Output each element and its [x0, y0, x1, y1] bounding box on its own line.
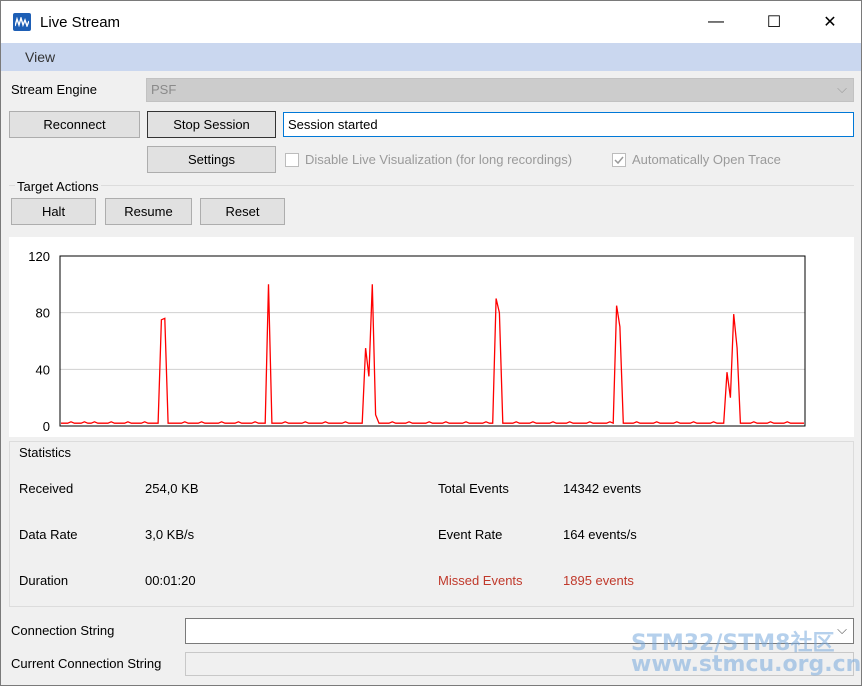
- reset-label: Reset: [225, 204, 260, 219]
- y-tick-label: 40: [36, 362, 50, 377]
- event-rate-chart-svg: 120 80 40 0: [28, 249, 806, 434]
- stream-engine-select[interactable]: PSF ⌵: [146, 78, 854, 102]
- menu-bar: View: [1, 43, 861, 71]
- event-rate-label: Event Rate: [438, 527, 503, 542]
- plot-frame: [59, 255, 806, 427]
- statistics-group: Statistics Received 254,0 KB Data Rate 3…: [9, 441, 854, 607]
- reconnect-button[interactable]: Reconnect: [9, 111, 140, 138]
- stop-session-button[interactable]: Stop Session: [147, 111, 276, 138]
- missed-events-label: Missed Events: [438, 573, 523, 588]
- target-actions-divider: [9, 185, 854, 186]
- auto-open-trace-label: Automatically Open Trace: [632, 152, 781, 167]
- waveform-app-icon: [13, 13, 31, 31]
- chevron-down-icon: ⌵: [837, 622, 847, 637]
- duration-label: Duration: [19, 573, 69, 588]
- reconnect-label: Reconnect: [43, 117, 106, 132]
- halt-button[interactable]: Halt: [11, 198, 96, 225]
- reset-button[interactable]: Reset: [200, 198, 285, 225]
- menu-view[interactable]: View: [25, 49, 55, 65]
- maximize-button[interactable]: ☐: [745, 1, 803, 43]
- chevron-down-icon: ⌵: [837, 81, 847, 96]
- event-rate-value: 164 events/s: [563, 527, 637, 542]
- data-rate-label: Data Rate: [19, 527, 78, 542]
- duration-value: 00:01:20: [145, 573, 196, 588]
- connection-string-label: Connection String: [11, 623, 115, 638]
- stream-engine-label: Stream Engine: [11, 82, 97, 97]
- y-tick-label: 0: [43, 419, 50, 434]
- y-tick-label: 120: [28, 249, 50, 264]
- checkmark-icon: [612, 152, 626, 167]
- disable-live-viz-label: Disable Live Visualization (for long rec…: [305, 152, 573, 167]
- session-status-field[interactable]: Session started: [283, 112, 854, 137]
- resume-label: Resume: [124, 204, 173, 219]
- title-bar: Live Stream — ☐ ✕: [1, 1, 861, 43]
- stream-engine-value: PSF: [151, 82, 177, 97]
- minimize-button[interactable]: —: [687, 1, 745, 43]
- resume-button[interactable]: Resume: [105, 198, 192, 225]
- received-value: 254,0 KB: [145, 481, 199, 496]
- watermark-line2: www.stmcu.org.cn: [631, 652, 862, 677]
- current-connection-string-label: Current Connection String: [11, 656, 162, 671]
- received-label: Received: [19, 481, 74, 496]
- missed-events-value: 1895 events: [563, 573, 634, 588]
- settings-label: Settings: [188, 152, 235, 167]
- settings-button[interactable]: Settings: [147, 146, 276, 173]
- disable-live-viz-checkbox[interactable]: Disable Live Visualization (for long rec…: [285, 152, 572, 167]
- event-rate-series-line: [61, 284, 804, 425]
- halt-label: Halt: [41, 204, 66, 219]
- total-events-value: 14342 events: [563, 481, 642, 496]
- live-stream-window: Live Stream — ☐ ✕ View Stream Engine PSF…: [0, 0, 862, 686]
- checkbox-box: [285, 152, 299, 167]
- event-rate-chart: 120 80 40 0: [9, 237, 854, 437]
- stop-session-label: Stop Session: [173, 117, 250, 132]
- window-title: Live Stream: [40, 14, 121, 31]
- data-rate-value: 3,0 KB/s: [145, 527, 195, 542]
- y-tick-label: 80: [36, 306, 50, 321]
- close-button[interactable]: ✕: [801, 1, 859, 43]
- statistics-label: Statistics: [19, 445, 72, 460]
- auto-open-trace-checkbox[interactable]: Automatically Open Trace: [612, 152, 781, 167]
- target-actions-label: Target Actions: [15, 179, 101, 194]
- total-events-label: Total Events: [438, 481, 509, 496]
